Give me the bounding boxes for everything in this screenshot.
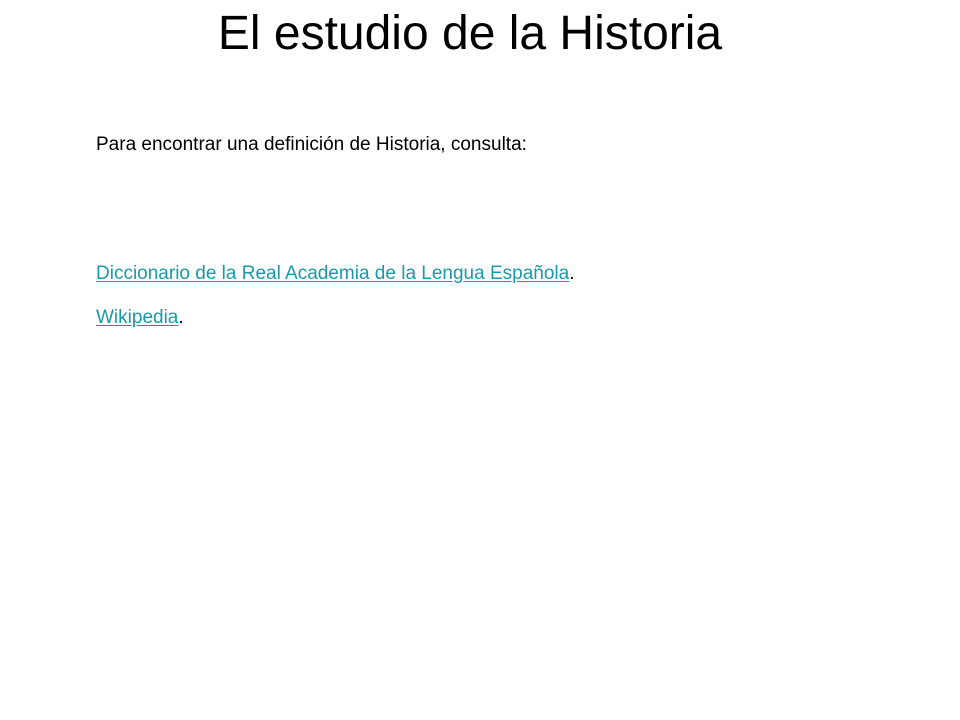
link-suffix: . <box>569 263 575 284</box>
reference-links-list: Diccionario de la Real Academia de la Le… <box>96 261 574 349</box>
page-title: El estudio de la Historia <box>217 7 723 60</box>
slide: El estudio de la Historia Para encontrar… <box>0 0 960 720</box>
wikipedia-link[interactable]: Wikipedia <box>96 307 178 328</box>
rae-dictionary-link[interactable]: Diccionario de la Real Academia de la Le… <box>96 263 569 284</box>
list-item: Diccionario de la Real Academia de la Le… <box>96 261 574 287</box>
list-item: Wikipedia. <box>96 305 574 331</box>
link-suffix: . <box>178 307 184 328</box>
intro-text: Para encontrar una definición de Histori… <box>96 134 527 155</box>
